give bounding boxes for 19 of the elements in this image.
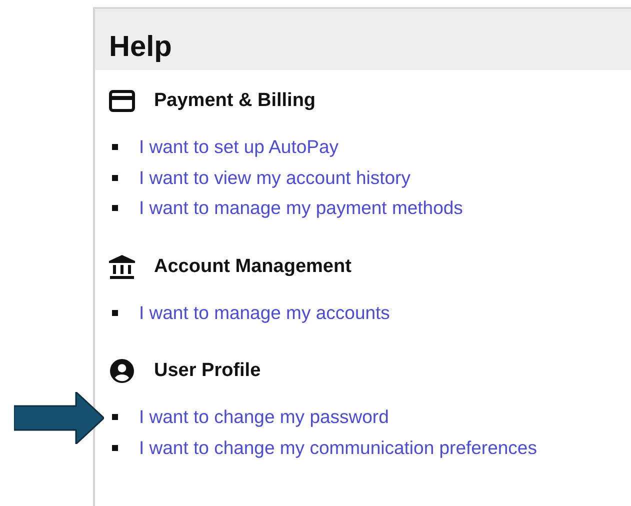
bullet-icon	[112, 205, 118, 212]
user-icon	[109, 359, 135, 383]
help-link[interactable]: I want to manage my payment methods	[139, 197, 463, 220]
help-link[interactable]: I want to manage my accounts	[139, 302, 390, 324]
help-link[interactable]: I want to view my account history	[139, 166, 410, 189]
section-heading: Payment & Billing	[154, 90, 316, 112]
help-link[interactable]: I want to change my communication preferences	[139, 436, 537, 459]
panel-title: Help	[109, 31, 172, 64]
bullet-icon	[112, 414, 118, 420]
credit-card-icon	[109, 89, 135, 113]
bullet-icon	[112, 144, 118, 150]
section-heading: User Profile	[154, 360, 261, 382]
help-link[interactable]: I want to change my password	[139, 406, 389, 428]
bullet-icon	[112, 174, 118, 181]
bank-icon	[109, 254, 135, 278]
help-link[interactable]: I want to set up AutoPay	[139, 136, 339, 158]
bullet-icon	[112, 310, 118, 316]
section-heading: Account Management	[154, 256, 352, 278]
bullet-icon	[112, 444, 118, 451]
